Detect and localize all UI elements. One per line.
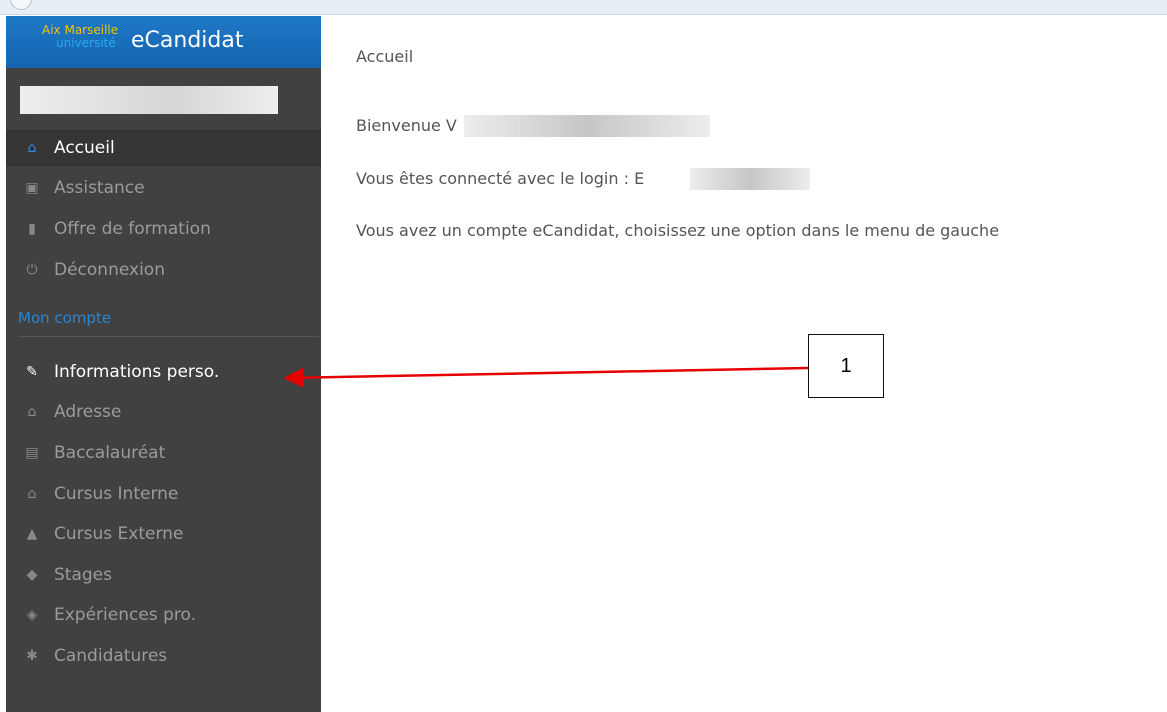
annotation-arrow xyxy=(283,366,809,388)
callout-number: 1 xyxy=(840,354,852,377)
arrow-line xyxy=(283,366,809,388)
callout-box: 1 xyxy=(808,334,884,398)
